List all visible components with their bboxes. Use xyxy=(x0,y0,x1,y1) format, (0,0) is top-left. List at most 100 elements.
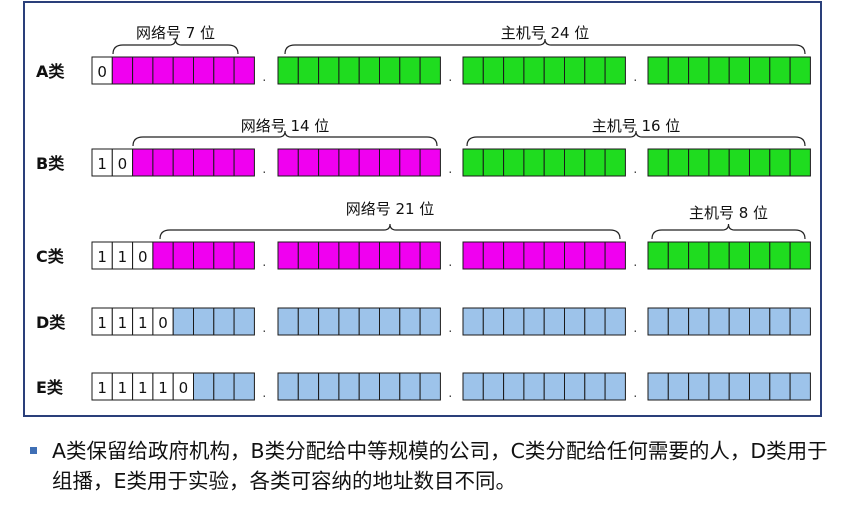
bit-cell xyxy=(419,372,441,401)
bit-cell xyxy=(111,56,134,85)
bit-cell xyxy=(667,307,690,336)
bit-cell xyxy=(338,56,360,85)
bit-cell xyxy=(399,372,421,401)
bit-cell xyxy=(708,307,730,336)
bit-cell xyxy=(172,56,194,85)
bit-cell xyxy=(193,148,215,177)
bit-cell xyxy=(584,307,606,336)
bit-cell xyxy=(172,148,194,177)
bit-cell xyxy=(543,372,566,401)
bit-cell xyxy=(647,148,669,177)
octet-separator: . xyxy=(262,70,266,84)
class-row: D类 1 1 1 0... xyxy=(36,307,811,336)
bit-cell xyxy=(543,148,566,177)
bit-cell xyxy=(152,148,174,177)
bit-cell xyxy=(379,241,401,270)
bit-cell xyxy=(297,56,320,85)
octet-separator: . xyxy=(262,321,266,335)
bit-cell xyxy=(604,241,626,270)
bit-cell xyxy=(338,148,360,177)
bit-cell xyxy=(277,307,299,336)
prefix-bit: 1 xyxy=(138,314,148,332)
bit-cell xyxy=(297,372,320,401)
bit-cell xyxy=(523,56,545,85)
bit-cell xyxy=(523,307,545,336)
bit-cell xyxy=(769,307,791,336)
bit-cell xyxy=(358,56,381,85)
bit-cell xyxy=(728,241,751,270)
bit-cell xyxy=(462,56,484,85)
caption-text: A类保留给政府机构，B类分配给中等规模的公司，C类分配给任何需要的人，D类用于组… xyxy=(52,439,828,493)
bit-cell xyxy=(604,148,626,177)
brace-label: 主机号 24 位 xyxy=(501,24,590,42)
bit-cell xyxy=(564,307,586,336)
bit-cell xyxy=(564,241,586,270)
octet-separator: . xyxy=(448,162,452,176)
octet-separator: . xyxy=(633,255,637,269)
bit-cell xyxy=(523,241,545,270)
bit-cell xyxy=(172,307,194,336)
class-row: E类 1 1 1 1 0... xyxy=(36,372,811,401)
class-label: B类 xyxy=(36,154,65,173)
bit-cell xyxy=(132,56,154,85)
bit-cell xyxy=(233,148,255,177)
bit-cell xyxy=(708,372,730,401)
bit-cell xyxy=(358,148,381,177)
octet-separator: . xyxy=(448,70,452,84)
bit-cell xyxy=(728,56,751,85)
prefix-bit: 1 xyxy=(97,379,107,397)
bullet-icon xyxy=(30,447,37,454)
bit-cell xyxy=(338,372,360,401)
bit-cell xyxy=(543,56,566,85)
bit-cell xyxy=(152,241,174,270)
bit-cell xyxy=(543,307,566,336)
brace-label: 网络号 7 位 xyxy=(136,24,215,42)
bit-cell xyxy=(523,372,545,401)
bit-cell xyxy=(399,56,421,85)
prefix-bit: 1 xyxy=(158,379,168,397)
class-label: E类 xyxy=(36,378,64,397)
bit-cell xyxy=(318,241,340,270)
bit-cell xyxy=(379,307,401,336)
class-label: A类 xyxy=(36,62,65,81)
bit-cell xyxy=(688,148,710,177)
octet-separator: . xyxy=(262,255,266,269)
bit-cell xyxy=(419,241,441,270)
bit-cell xyxy=(564,56,586,85)
bit-cell xyxy=(462,307,484,336)
bit-cell xyxy=(213,148,235,177)
bit-cell xyxy=(503,241,525,270)
bit-cell xyxy=(584,148,606,177)
brace-label: 主机号 8 位 xyxy=(689,204,768,222)
octet-separator: . xyxy=(448,255,452,269)
bit-cell xyxy=(647,241,669,270)
bit-cell xyxy=(297,148,320,177)
bit-cell xyxy=(482,307,505,336)
bit-cell xyxy=(604,56,626,85)
caption-bullet-item: A类保留给政府机构，B类分配给中等规模的公司，C类分配给任何需要的人，D类用于组… xyxy=(30,436,830,496)
class-label: C类 xyxy=(36,247,65,266)
bit-cell xyxy=(297,307,320,336)
bit-cell xyxy=(277,241,299,270)
bit-cell xyxy=(543,241,566,270)
bit-cell xyxy=(688,372,710,401)
bit-cell xyxy=(769,241,791,270)
octet-separator: . xyxy=(633,70,637,84)
prefix-bit: 0 xyxy=(97,63,107,81)
brace-label: 网络号 21 位 xyxy=(346,200,435,218)
octet-separator: . xyxy=(633,162,637,176)
prefix-bit: 1 xyxy=(138,379,148,397)
octet-separator: . xyxy=(633,321,637,335)
bit-cell xyxy=(379,56,401,85)
bit-cell xyxy=(667,148,690,177)
prefix-bit: 1 xyxy=(118,379,128,397)
bit-cell xyxy=(399,241,421,270)
bit-cell xyxy=(297,241,320,270)
bit-cell xyxy=(233,372,255,401)
bit-cell xyxy=(647,307,669,336)
bit-cell xyxy=(503,56,525,85)
bit-cell xyxy=(379,148,401,177)
bit-cell xyxy=(482,372,505,401)
bit-cell xyxy=(462,372,484,401)
bit-cell xyxy=(172,241,194,270)
